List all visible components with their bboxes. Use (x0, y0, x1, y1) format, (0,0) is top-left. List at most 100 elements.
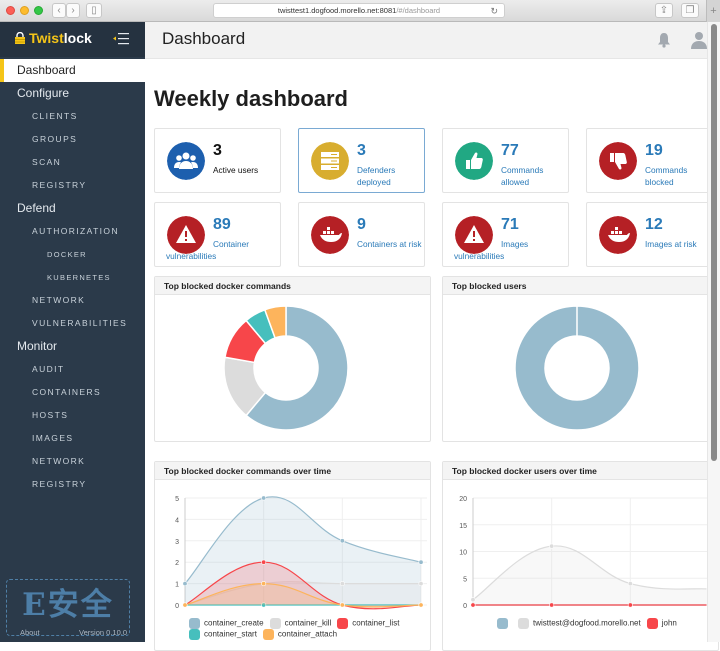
data-point-john[interactable] (627, 602, 633, 608)
data-point-twisttest-dogfood-morello-net[interactable] (549, 543, 555, 549)
legend-swatch (269, 618, 281, 629)
address-bar[interactable]: twisttest1.dogfood.morello.net:8081/#/da… (213, 3, 505, 18)
stat-label: Commands allowed (501, 165, 544, 187)
data-point-john[interactable] (470, 602, 476, 608)
stat-label: Container vulnerabilities (166, 239, 249, 261)
sidebar-item-images[interactable]: IMAGES (0, 427, 145, 450)
legend-item[interactable] (497, 618, 512, 629)
legend-item[interactable]: container_attach (262, 629, 337, 640)
stat-label: Containers at risk (357, 239, 422, 249)
data-point-container-kill[interactable] (339, 581, 345, 587)
new-tab-button[interactable]: + (706, 0, 720, 22)
close-window-button[interactable] (6, 6, 15, 15)
back-button[interactable]: ‹ (52, 3, 66, 18)
stat-value: 71 (501, 216, 519, 233)
sidebar-item-groups[interactable]: GROUPS (0, 128, 145, 151)
page-scrollbar[interactable] (707, 22, 720, 642)
sidebar-nav: Dashboard Configure CLIENTS GROUPS SCAN REGIS… (0, 59, 145, 496)
commands-over-time-panel: Top blocked docker commands over time 0 1… (154, 461, 431, 651)
data-point-container-attach[interactable] (182, 602, 188, 608)
sidebar-footer: About Version 0.10.0 (0, 622, 145, 642)
stat-card-commands-blocked[interactable]: 19 Commands blocked (586, 128, 713, 193)
browser-toolbar: ‹ › ▯ twisttest1.dogfood.morello.net:808… (0, 0, 720, 22)
url-host: twisttest1.dogfood.morello.net:8081 (277, 6, 397, 15)
zoom-window-button[interactable] (34, 6, 43, 15)
stat-value: 89 (213, 216, 231, 233)
data-point-container-create[interactable] (182, 581, 188, 587)
legend-item[interactable]: container_start (189, 629, 257, 640)
forward-button[interactable]: › (66, 3, 80, 18)
sidebar-item-vulnerabilities[interactable]: VULNERABILITIES (0, 312, 145, 335)
sidebar-item-docker[interactable]: DOCKER (0, 243, 145, 266)
sidebar-item-containers[interactable]: CONTAINERS (0, 381, 145, 404)
data-point-twisttest-dogfood-morello-net[interactable] (470, 597, 476, 603)
about-link[interactable]: About (20, 628, 40, 637)
data-point-john[interactable] (549, 602, 555, 608)
legend-label: twisttest@dogfood.morello.net (533, 618, 641, 628)
stat-card-containers-at-risk[interactable]: 9 Containers at risk (298, 202, 425, 267)
sidebar-item-hosts[interactable]: HOSTS (0, 404, 145, 427)
sidebar-item-defend[interactable]: Defend (0, 197, 145, 220)
legend-item[interactable]: container_list (337, 618, 399, 629)
data-point-twisttest-dogfood-morello-net[interactable] (627, 581, 633, 587)
stat-value: 3 (357, 142, 366, 159)
y-tick-label: 10 (459, 550, 467, 557)
tabs-icon[interactable]: ❐ (681, 3, 699, 18)
main-content: Dashboard Weekly dashboard 3 Active users… (145, 22, 719, 651)
stat-card-images-at-risk[interactable]: 12 Images at risk (586, 202, 713, 267)
scrollbar-thumb[interactable] (711, 24, 717, 461)
sidebar-item-dashboard[interactable]: Dashboard (0, 59, 145, 82)
sidebar-item-authorization[interactable]: AUTHORIZATION (0, 220, 145, 243)
legend-label: container_create (204, 618, 264, 628)
donut-slice-unnamed[interactable] (514, 305, 640, 431)
stat-value: 9 (357, 216, 366, 233)
sidebar-item-network[interactable]: NETWORK (0, 289, 145, 312)
sidebar-item-kubernetes[interactable]: KUBERNETES (0, 266, 145, 289)
sidebar-item-network[interactable]: NETWORK (0, 450, 145, 473)
data-point-container-attach[interactable] (261, 581, 267, 587)
sidebar-item-clients[interactable]: CLIENTS (0, 105, 145, 128)
sidebar-item-registry[interactable]: REGISTRY (0, 473, 145, 496)
users-donut-chart (514, 305, 640, 431)
y-tick-label: 1 (175, 582, 179, 589)
brand-bar: Twistlock (0, 22, 145, 57)
docker-icon (311, 216, 349, 254)
series-area-twisttest-dogfood-morello-net (473, 545, 709, 605)
sidebar-toggle-icon[interactable]: ▯ (86, 3, 102, 18)
stat-label: Images at risk (645, 239, 697, 249)
y-tick-label: 0 (175, 603, 179, 610)
data-point-container-attach[interactable] (418, 602, 424, 608)
data-point-container-list[interactable] (261, 559, 267, 565)
stat-card-container-vulnerabilities[interactable]: 89 Container vulnerabilities (154, 202, 281, 267)
y-tick-label: 4 (175, 517, 179, 524)
legend-item[interactable]: twisttest@dogfood.morello.net (518, 618, 641, 629)
share-icon[interactable]: ⇪ (655, 3, 673, 18)
sidebar-item-monitor[interactable]: Monitor (0, 335, 145, 358)
stat-card-defenders-deployed[interactable]: 3 Defenders deployed (298, 128, 425, 193)
data-point-container-attach[interactable] (339, 602, 345, 608)
data-point-container-create[interactable] (261, 495, 267, 501)
panel-title: Top blocked docker commands over time (155, 462, 430, 480)
data-point-container-create[interactable] (339, 538, 345, 544)
menu-collapse-icon[interactable] (113, 32, 129, 45)
data-point-container-create[interactable] (418, 559, 424, 565)
reload-icon[interactable]: ↻ (490, 4, 498, 18)
brand-logo[interactable]: Twistlock (14, 30, 92, 46)
user-profile-icon[interactable] (691, 31, 707, 49)
stat-value: 3 (213, 142, 222, 159)
sidebar-item-scan[interactable]: SCAN (0, 151, 145, 174)
users-over-time-panel: Top blocked docker users over time 0 5 10 1… (442, 461, 719, 651)
legend-swatch (497, 618, 508, 629)
legend-item[interactable]: container_create (189, 618, 264, 629)
stat-card-images-vulnerabilities[interactable]: 71 Images vulnerabilities (442, 202, 569, 267)
minimize-window-button[interactable] (20, 6, 29, 15)
sidebar-item-audit[interactable]: AUDIT (0, 358, 145, 381)
sidebar-item-registry[interactable]: REGISTRY (0, 174, 145, 197)
legend-item[interactable]: john (646, 618, 677, 629)
legend-item[interactable]: container_kill (269, 618, 331, 629)
sidebar-item-configure[interactable]: Configure (0, 82, 145, 105)
stat-card-commands-allowed[interactable]: 77 Commands allowed (442, 128, 569, 193)
stat-card-active-users[interactable]: 3 Active users (154, 128, 281, 193)
data-point-container-kill[interactable] (418, 581, 424, 587)
notifications-bell-icon[interactable] (657, 32, 671, 48)
